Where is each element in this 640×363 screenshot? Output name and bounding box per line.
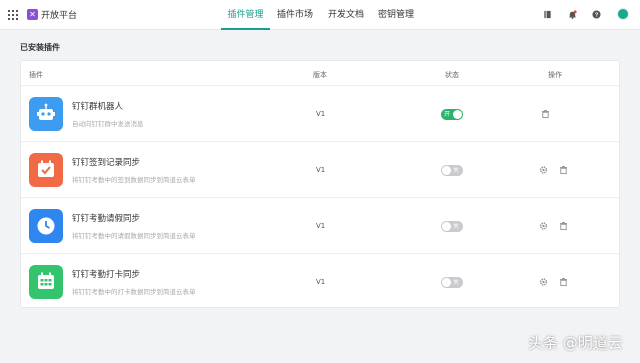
- status-toggle[interactable]: 开: [441, 109, 463, 120]
- app-grid-icon[interactable]: [8, 10, 18, 20]
- bell-icon[interactable]: [568, 10, 577, 19]
- plugin-name: 钉钉群机器人: [72, 102, 124, 112]
- table-row: 钉钉签到记录同步 将钉钉考勤中的签到数据同步到简道云表单 V1 关: [21, 143, 619, 198]
- gear-icon[interactable]: [539, 165, 548, 175]
- column-header-action: 操作: [548, 71, 562, 79]
- toggle-label: 关: [453, 279, 460, 286]
- svg-text:?: ?: [595, 13, 599, 19]
- tab-key-management[interactable]: 密钥管理: [376, 0, 416, 30]
- delete-icon[interactable]: [559, 221, 568, 231]
- gear-icon[interactable]: [539, 277, 548, 287]
- table-row: 钉钉考勤请假同步 将钉钉考勤中的请假数据同步到简道云表单 V1 关: [21, 199, 619, 254]
- clock-icon: [29, 209, 63, 243]
- plugin-version: V1: [316, 222, 326, 230]
- section-title: 已安装插件: [20, 43, 60, 52]
- help-icon[interactable]: ?: [592, 10, 601, 19]
- column-header-status: 状态: [445, 71, 459, 79]
- watermark: 头条 @明道云: [528, 334, 623, 352]
- app-title: 开放平台: [41, 11, 78, 21]
- toggle-label: 开: [444, 111, 451, 118]
- toggle-label: 关: [453, 223, 460, 230]
- plugin-name: 钉钉考勤请假同步: [72, 214, 141, 224]
- robot-icon: [29, 97, 63, 131]
- calendar-check-icon: [29, 153, 63, 187]
- gear-icon[interactable]: [539, 221, 548, 231]
- installed-plugins-table: 插件 版本 状态 操作 钉钉群机器人 自动向钉钉群中发送消息 V1 开 钉钉签到…: [20, 60, 620, 308]
- tab-plugin-management[interactable]: 插件管理: [221, 0, 270, 30]
- status-toggle[interactable]: 关: [441, 277, 463, 288]
- plugin-version: V1: [316, 110, 326, 118]
- status-toggle[interactable]: 关: [441, 221, 463, 232]
- plugin-description: 将钉钉考勤中的签到数据同步到简道云表单: [72, 176, 196, 184]
- plugin-version: V1: [316, 278, 326, 286]
- book-icon[interactable]: [543, 10, 552, 19]
- tab-plugin-market[interactable]: 插件市场: [275, 0, 315, 30]
- plugin-description: 将钉钉考勤中的打卡数据同步到简道云表单: [72, 288, 196, 296]
- avatar[interactable]: [617, 8, 629, 20]
- plugin-description: 自动向钉钉群中发送消息: [72, 120, 144, 128]
- delete-icon[interactable]: [541, 109, 550, 119]
- status-toggle[interactable]: 关: [441, 165, 463, 176]
- tab-dev-docs[interactable]: 开发文档: [326, 0, 366, 30]
- table-header: 插件 版本 状态 操作: [21, 61, 619, 86]
- plugin-name: 钉钉签到记录同步: [72, 158, 141, 168]
- column-header-plugin: 插件: [29, 71, 43, 79]
- delete-icon[interactable]: [559, 277, 568, 287]
- top-bar: ✕ 开放平台 插件管理 插件市场 开发文档 密钥管理 ?: [0, 0, 640, 30]
- calendar-grid-icon: [29, 265, 63, 299]
- plugin-description: 将钉钉考勤中的请假数据同步到简道云表单: [72, 232, 196, 240]
- table-row: 钉钉群机器人 自动向钉钉群中发送消息 V1 开: [21, 87, 619, 142]
- delete-icon[interactable]: [559, 165, 568, 175]
- toggle-label: 关: [453, 167, 460, 174]
- plugin-name: 钉钉考勤打卡同步: [72, 270, 141, 280]
- plugin-version: V1: [316, 166, 326, 174]
- platform-logo: ✕: [27, 9, 38, 20]
- column-header-version: 版本: [313, 71, 327, 79]
- table-row: 钉钉考勤打卡同步 将钉钉考勤中的打卡数据同步到简道云表单 V1 关: [21, 255, 619, 310]
